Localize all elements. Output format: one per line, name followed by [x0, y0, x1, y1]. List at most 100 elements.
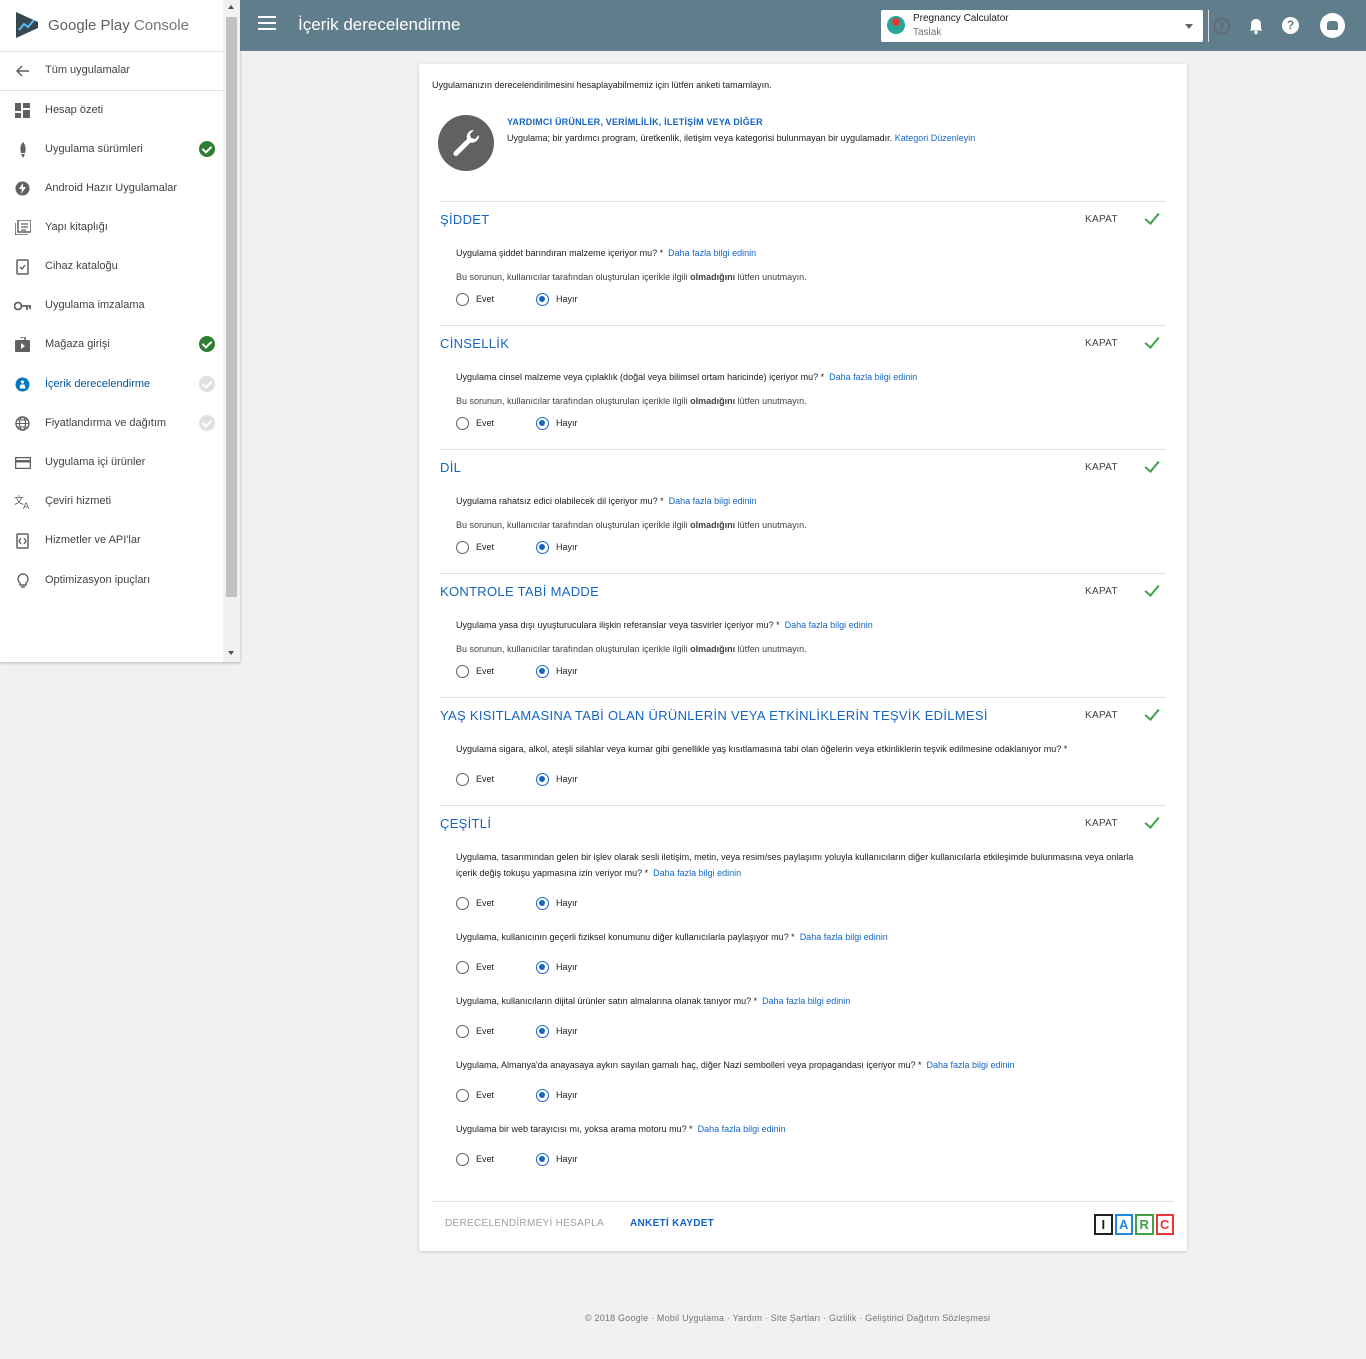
learn-more-link[interactable]: Daha fazla bilgi edinin: [785, 620, 873, 630]
scroll-up-icon[interactable]: [228, 5, 234, 9]
question-text: Uygulama rahatsız edici olabilecek dil i…: [456, 496, 757, 506]
section-title[interactable]: DİL: [440, 460, 461, 475]
iarc-letter: I: [1094, 1214, 1113, 1235]
sidebar-item-all-apps[interactable]: Tüm uygulamalar: [0, 51, 223, 90]
no-radio[interactable]: [536, 293, 549, 306]
save-questionnaire-button[interactable]: ANKETİ KAYDET: [630, 1218, 714, 1229]
yes-no-radio-group: Evet Hayır: [456, 773, 756, 789]
no-label: Hayır: [556, 666, 578, 676]
section-title[interactable]: CİNSELLİK: [440, 336, 509, 351]
learn-more-link[interactable]: Daha fazla bilgi edinin: [762, 996, 850, 1006]
app-icon: [887, 16, 905, 34]
no-radio[interactable]: [536, 773, 549, 786]
yes-label: Evet: [476, 898, 495, 908]
question-text: Uygulama yasa dışı uyuşturuculara ilişki…: [456, 620, 873, 630]
sidebar-item-label: Çeviri hizmeti: [45, 495, 112, 507]
account-avatar[interactable]: [1320, 13, 1345, 38]
top-bar: İçerik derecelendirme Pregnancy Calculat…: [240, 0, 1366, 51]
learn-more-link[interactable]: Daha fazla bilgi edinin: [668, 248, 756, 258]
learn-more-link[interactable]: Daha fazla bilgi edinin: [669, 496, 757, 506]
section-title[interactable]: ŞİDDET: [440, 212, 489, 227]
no-radio[interactable]: [536, 961, 549, 974]
category-description: Uygulama; bir yardımcı program, üretkenl…: [507, 133, 976, 143]
edit-category-link[interactable]: Kategori Düzenleyin: [895, 133, 976, 143]
sidebar-item-bolt[interactable]: Android Hazır Uygulamalar: [0, 169, 223, 208]
no-radio[interactable]: [536, 1153, 549, 1166]
close-section-button[interactable]: KAPAT: [1085, 586, 1118, 597]
question-note: Bu sorunun, kullanıcılar tarafından oluş…: [456, 396, 807, 406]
yes-label: Evet: [476, 666, 495, 676]
yes-radio[interactable]: [456, 417, 469, 430]
sidebar-item-rating[interactable]: İçerik derecelendirme: [0, 365, 223, 404]
sidebar-item-api[interactable]: Hizmetler ve API'lar: [0, 521, 223, 560]
learn-more-link[interactable]: Daha fazla bilgi edinin: [653, 868, 741, 878]
no-label: Hayır: [556, 542, 578, 552]
yes-label: Evet: [476, 418, 495, 428]
app-selector[interactable]: Pregnancy Calculator Taslak i: [881, 10, 1230, 42]
no-label: Hayır: [556, 962, 578, 972]
close-section-button[interactable]: KAPAT: [1085, 462, 1118, 473]
yes-radio[interactable]: [456, 293, 469, 306]
yes-no-radio-group: Evet Hayır: [456, 961, 756, 977]
sidebar-item-rocket[interactable]: Uygulama sürümleri: [0, 130, 223, 169]
close-section-button[interactable]: KAPAT: [1085, 214, 1118, 225]
sidebar-item-label: Uygulama içi ürünler: [45, 456, 146, 468]
sidebar-item-translate[interactable]: 文 A Çeviri hizmeti: [0, 482, 223, 521]
no-radio[interactable]: [536, 417, 549, 430]
learn-more-link[interactable]: Daha fazla bilgi edinin: [800, 932, 888, 942]
learn-more-link[interactable]: Daha fazla bilgi edinin: [829, 372, 917, 382]
sidebar-item-library[interactable]: Yapı kitaplığı: [0, 208, 223, 247]
sidebar-item-label: Fiyatlandırma ve dağıtım: [45, 417, 167, 429]
questionnaire-section: CİNSELLİK KAPAT Uygulama cinsel malzeme ve…: [440, 325, 1166, 430]
yes-radio[interactable]: [456, 961, 469, 974]
page-footer: © 2018 Google · Mobil Uygulama · Yardım …: [585, 1313, 991, 1323]
sidebar-scrollbar[interactable]: [223, 0, 240, 662]
no-radio[interactable]: [536, 541, 549, 554]
section-complete-check-icon: [1143, 334, 1157, 348]
translate-icon: 文A: [14, 493, 31, 510]
no-radio[interactable]: [536, 1025, 549, 1038]
close-section-button[interactable]: KAPAT: [1085, 818, 1118, 829]
no-radio[interactable]: [536, 897, 549, 910]
play-console-logo-icon: [16, 12, 38, 38]
sidebar-item-label: İçerik derecelendirme: [45, 378, 151, 390]
scroll-down-icon[interactable]: [228, 651, 234, 655]
question-note: Bu sorunun, kullanıcılar tarafından oluş…: [456, 272, 807, 282]
yes-radio[interactable]: [456, 541, 469, 554]
learn-more-link[interactable]: Daha fazla bilgi edinin: [698, 1124, 786, 1134]
learn-more-link[interactable]: Daha fazla bilgi edinin: [926, 1060, 1014, 1070]
section-title[interactable]: ÇEŞİTLİ: [440, 816, 491, 831]
app-info-button[interactable]: i: [1208, 10, 1234, 42]
yes-radio[interactable]: [456, 897, 469, 910]
sidebar-item-device-catalog[interactable]: Cihaz kataloğu: [0, 247, 223, 286]
yes-radio[interactable]: [456, 1025, 469, 1038]
sidebar-item-store[interactable]: Mağaza girişi: [0, 325, 223, 364]
yes-radio[interactable]: [456, 1153, 469, 1166]
sidebar-item-key[interactable]: Uygulama imzalama: [0, 286, 223, 325]
notifications-bell-icon[interactable]: [1246, 16, 1266, 36]
yes-radio[interactable]: [456, 1089, 469, 1102]
hamburger-menu-icon[interactable]: [258, 16, 276, 34]
wrench-icon: [438, 115, 494, 171]
sidebar-item-dashboard[interactable]: Hesap özeti: [0, 91, 223, 130]
yes-radio[interactable]: [456, 773, 469, 786]
section-title[interactable]: YAŞ KISITLAMASINA TABİ OLAN ÜRÜNLERİN VE…: [440, 708, 988, 723]
sidebar-item-lightbulb[interactable]: Optimizasyon ipuçları: [0, 561, 223, 600]
no-radio[interactable]: [536, 665, 549, 678]
yes-no-radio-group: Evet Hayır: [456, 665, 756, 681]
no-radio[interactable]: [536, 1089, 549, 1102]
dashboard-icon: [14, 102, 31, 119]
chevron-down-icon: [1185, 24, 1193, 29]
questionnaire-section: YAŞ KISITLAMASINA TABİ OLAN ÜRÜNLERİN VE…: [440, 697, 1166, 786]
close-section-button[interactable]: KAPAT: [1085, 710, 1118, 721]
yes-radio[interactable]: [456, 665, 469, 678]
card-icon: [14, 454, 31, 471]
close-section-button[interactable]: KAPAT: [1085, 338, 1118, 349]
section-title[interactable]: KONTROLE TABİ MADDE: [440, 584, 599, 599]
calculate-rating-button[interactable]: DERECELENDİRMEYİ HESAPLA: [445, 1218, 604, 1229]
sidebar-item-card[interactable]: Uygulama içi ürünler: [0, 443, 223, 482]
help-icon[interactable]: ?: [1282, 17, 1299, 34]
sidebar-item-globe[interactable]: Fiyatlandırma ve dağıtım: [0, 404, 223, 443]
info-icon: i: [1214, 18, 1230, 34]
scroll-thumb[interactable]: [226, 17, 237, 597]
